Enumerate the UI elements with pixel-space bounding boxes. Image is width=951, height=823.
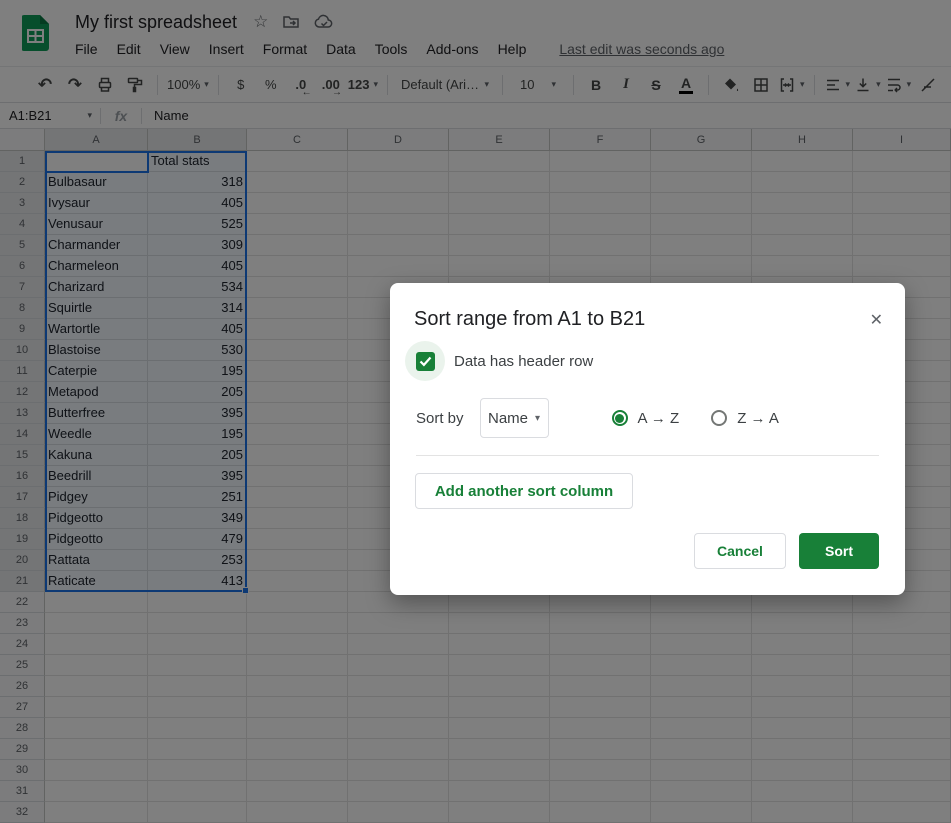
radio-z-to-a-label: Z → A [737,409,779,427]
add-sort-column-button[interactable]: Add another sort column [415,473,633,509]
checkbox-checked-icon[interactable] [415,351,435,371]
radio-unselected-icon [711,410,728,426]
sort-button[interactable]: Sort [799,533,879,569]
radio-a-to-z[interactable]: A → Z [611,409,680,427]
checkbox-label: Data has header row [454,352,594,370]
sort-column-value: Name [488,409,529,427]
chevron-down-icon: ▾ [535,412,541,424]
dialog-divider [416,455,879,456]
checkbox-halo [405,341,445,381]
radio-a-to-z-label: A → Z [637,409,680,427]
sort-by-label: Sort by [416,409,464,427]
radio-selected-icon [611,410,628,426]
sort-range-dialog: Sort range from A1 to B21 ✕ Data has hea… [390,283,905,595]
dialog-actions: Cancel Sort [694,533,879,569]
sort-criteria-row: Sort by Name ▾ A → Z Z → A [416,398,779,438]
dialog-title: Sort range from A1 to B21 [414,308,646,330]
close-icon[interactable]: ✕ [870,310,883,330]
radio-z-to-a[interactable]: Z → A [711,410,779,427]
sort-column-dropdown[interactable]: Name ▾ [479,398,549,438]
cancel-button[interactable]: Cancel [694,533,786,569]
header-row-checkbox[interactable]: Data has header row [405,341,593,381]
